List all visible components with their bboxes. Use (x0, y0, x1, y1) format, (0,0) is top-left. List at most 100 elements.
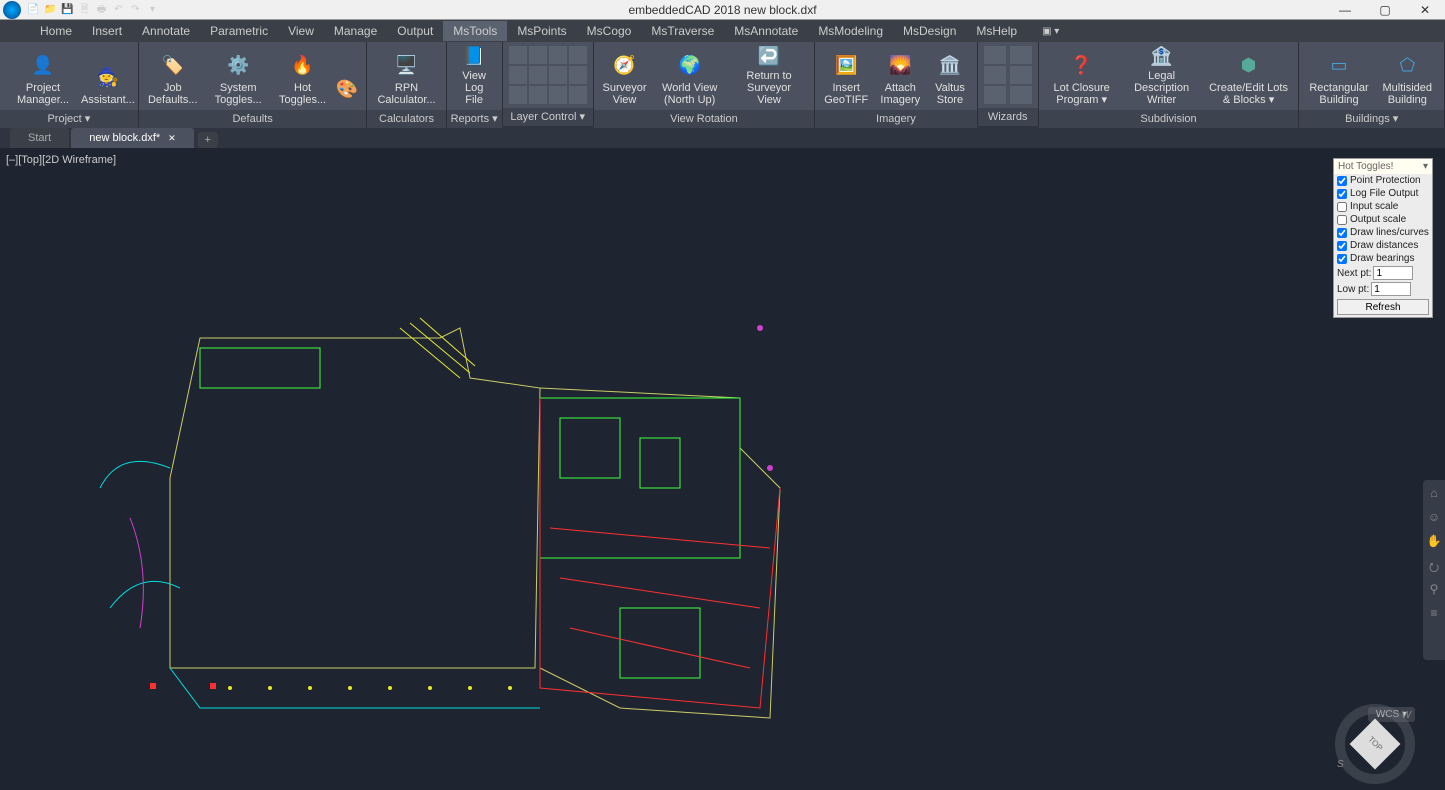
ribbon-panel-reports: 📘View Log File Reports ▾ (447, 42, 503, 126)
menu-annotate[interactable]: Annotate (132, 21, 200, 41)
multisided-building-button[interactable]: ⬠Multisided Building (1377, 44, 1438, 108)
panel-title-layer[interactable]: Layer Control ▾ (503, 108, 593, 126)
qat-open-icon[interactable]: 📁 (43, 2, 58, 17)
system-toggles-button[interactable]: ⚙️System Toggles... (205, 44, 272, 108)
layer-control-grid[interactable] (509, 46, 587, 104)
panel-title-defaults: Defaults (139, 110, 367, 128)
attach-imagery-button[interactable]: 🌄Attach Imagery (875, 44, 925, 108)
toggle-point-protection[interactable]: Point Protection (1334, 174, 1432, 187)
menu-msmodeling[interactable]: MsModeling (808, 21, 893, 41)
menu-mstraverse[interactable]: MsTraverse (641, 21, 724, 41)
world-view-button[interactable]: 🌍World View (North Up) (653, 44, 726, 108)
wizards-col-2[interactable] (1010, 46, 1032, 104)
ribbon-panel-calculators: 🖥️RPN Calculator... Calculators (367, 42, 446, 126)
nav-pan-icon[interactable]: ✋ (1425, 534, 1443, 552)
nav-face-icon[interactable]: ☺ (1425, 510, 1443, 528)
menu-parametric[interactable]: Parametric (200, 21, 278, 41)
toggle-draw-lines-curves[interactable]: Draw lines/curves (1334, 226, 1432, 239)
panel-title-buildings[interactable]: Buildings ▾ (1299, 110, 1444, 128)
qat-undo-icon[interactable]: ↶ (111, 2, 126, 17)
hot-toggles-title[interactable]: Hot Toggles!▾ (1334, 159, 1432, 174)
panel-title-imagery: Imagery (815, 110, 977, 128)
create-lots-blocks-button[interactable]: ⬢Create/Edit Lots & Blocks ▾ (1205, 44, 1293, 108)
qat-new-icon[interactable]: 📄 (26, 2, 41, 17)
view-cube[interactable]: TOP W S (1335, 704, 1415, 784)
surveyor-view-button[interactable]: 🧭Surveyor View (600, 44, 650, 108)
menu-mspoints[interactable]: MsPoints (507, 21, 576, 41)
ribbon-panel-defaults: 🏷️Job Defaults... ⚙️System Toggles... 🔥H… (139, 42, 368, 126)
toggle-output-scale[interactable]: Output scale (1334, 213, 1432, 226)
app-icon[interactable] (3, 1, 21, 19)
toggle-log-file-output[interactable]: Log File Output (1334, 187, 1432, 200)
qat-saveas-icon[interactable]: 🗎 (77, 2, 92, 17)
toggle-draw-distances[interactable]: Draw distances (1334, 239, 1432, 252)
assistant-button[interactable]: 🧙Assistant... (84, 44, 132, 108)
defaults-more-button[interactable]: 🎨 (333, 44, 360, 108)
insert-geotiff-button[interactable]: 🖼️Insert GeoTIFF (821, 44, 871, 108)
compass-w: W (1402, 710, 1411, 721)
menu-mscogo[interactable]: MsCogo (577, 21, 642, 41)
ribbon-panel-project: 👤Project Manager... 🧙Assistant... Projec… (0, 42, 139, 126)
return-surveyor-view-button[interactable]: ↩️Return to Surveyor View (730, 44, 808, 108)
menu-bar: Home Insert Annotate Parametric View Man… (0, 20, 1445, 42)
panel-title-wizards: Wizards (978, 108, 1038, 126)
maximize-button[interactable]: ▢ (1365, 0, 1405, 20)
nav-home-icon[interactable]: ⌂ (1425, 486, 1443, 504)
menu-msannotate[interactable]: MsAnnotate (724, 21, 808, 41)
next-pt-input[interactable] (1373, 266, 1413, 280)
window-controls: — ▢ ✕ (1325, 0, 1445, 20)
menu-output[interactable]: Output (387, 21, 443, 41)
low-pt-input[interactable] (1371, 282, 1411, 296)
project-manager-button[interactable]: 👤Project Manager... (6, 44, 80, 108)
menu-mshelp[interactable]: MsHelp (966, 21, 1027, 41)
qat-more-icon[interactable]: ▾ (145, 2, 160, 17)
tab-close-icon[interactable]: ✕ (168, 133, 176, 143)
close-button[interactable]: ✕ (1405, 0, 1445, 20)
wizards-col-1[interactable] (984, 46, 1006, 104)
toggle-input-scale[interactable]: Input scale (1334, 200, 1432, 213)
toggle-draw-bearings[interactable]: Draw bearings (1334, 252, 1432, 265)
panel-title-subdivision: Subdivision (1039, 110, 1299, 128)
job-defaults-button[interactable]: 🏷️Job Defaults... (145, 44, 201, 108)
rpn-calculator-button[interactable]: 🖥️RPN Calculator... (373, 44, 439, 108)
view-log-file-button[interactable]: 📘View Log File (453, 44, 496, 108)
panel-title-reports[interactable]: Reports ▾ (447, 110, 502, 128)
qat-print-icon[interactable]: 🖶 (94, 2, 109, 17)
menu-extra-icon[interactable]: ▣ ▾ (1042, 26, 1059, 37)
hot-toggles-panel[interactable]: Hot Toggles!▾ Point Protection Log File … (1333, 158, 1433, 318)
menu-home[interactable]: Home (30, 21, 82, 41)
panel-menu-icon[interactable]: ▾ (1423, 161, 1428, 172)
nav-bar: ⌂ ☺ ✋ ⭮ ⚲ ≡ (1423, 480, 1445, 660)
tab-start[interactable]: Start (10, 128, 69, 148)
menu-view[interactable]: View (278, 21, 324, 41)
rectangular-building-button[interactable]: ▭Rectangular Building (1305, 44, 1372, 108)
panel-title-project[interactable]: Project ▾ (0, 110, 138, 128)
window-title: embeddedCAD 2018 new block.dxf (628, 3, 816, 17)
ribbon-panel-layer: Layer Control ▾ (503, 42, 594, 126)
nav-zoom-icon[interactable]: ⚲ (1425, 582, 1443, 600)
qat-redo-icon[interactable]: ↷ (128, 2, 143, 17)
tab-active[interactable]: new block.dxf*✕ (71, 128, 193, 148)
ribbon-panel-buildings: ▭Rectangular Building ⬠Multisided Buildi… (1299, 42, 1445, 126)
menu-msdesign[interactable]: MsDesign (893, 21, 966, 41)
nav-orbit-icon[interactable]: ⭮ (1425, 558, 1443, 576)
hot-toggles-button[interactable]: 🔥Hot Toggles... (276, 44, 330, 108)
quick-access-toolbar: 📄 📁 💾 🗎 🖶 ↶ ↷ ▾ (26, 2, 160, 17)
menu-mstools[interactable]: MsTools (443, 21, 507, 41)
menu-manage[interactable]: Manage (324, 21, 387, 41)
legal-description-button[interactable]: 🏦Legal Description Writer (1123, 44, 1201, 108)
ribbon-panel-wizards: Wizards (978, 42, 1039, 126)
ribbon-panel-subdivision: ❓Lot Closure Program ▾ 🏦Legal Descriptio… (1039, 42, 1300, 126)
low-pt-label: Low pt: (1337, 284, 1369, 295)
nav-more-icon[interactable]: ≡ (1425, 606, 1443, 624)
valtus-store-button[interactable]: 🏛️Valtus Store (929, 44, 970, 108)
qat-save-icon[interactable]: 💾 (60, 2, 75, 17)
minimize-button[interactable]: — (1325, 0, 1365, 20)
menu-insert[interactable]: Insert (82, 21, 132, 41)
refresh-button[interactable]: Refresh (1337, 299, 1429, 315)
lot-closure-button[interactable]: ❓Lot Closure Program ▾ (1045, 44, 1119, 108)
new-tab-button[interactable]: + (198, 132, 218, 148)
viewport[interactable]: [–][Top][2D Wireframe] (0, 148, 1445, 790)
next-pt-label: Next pt: (1337, 268, 1371, 279)
ribbon: 👤Project Manager... 🧙Assistant... Projec… (0, 42, 1445, 126)
